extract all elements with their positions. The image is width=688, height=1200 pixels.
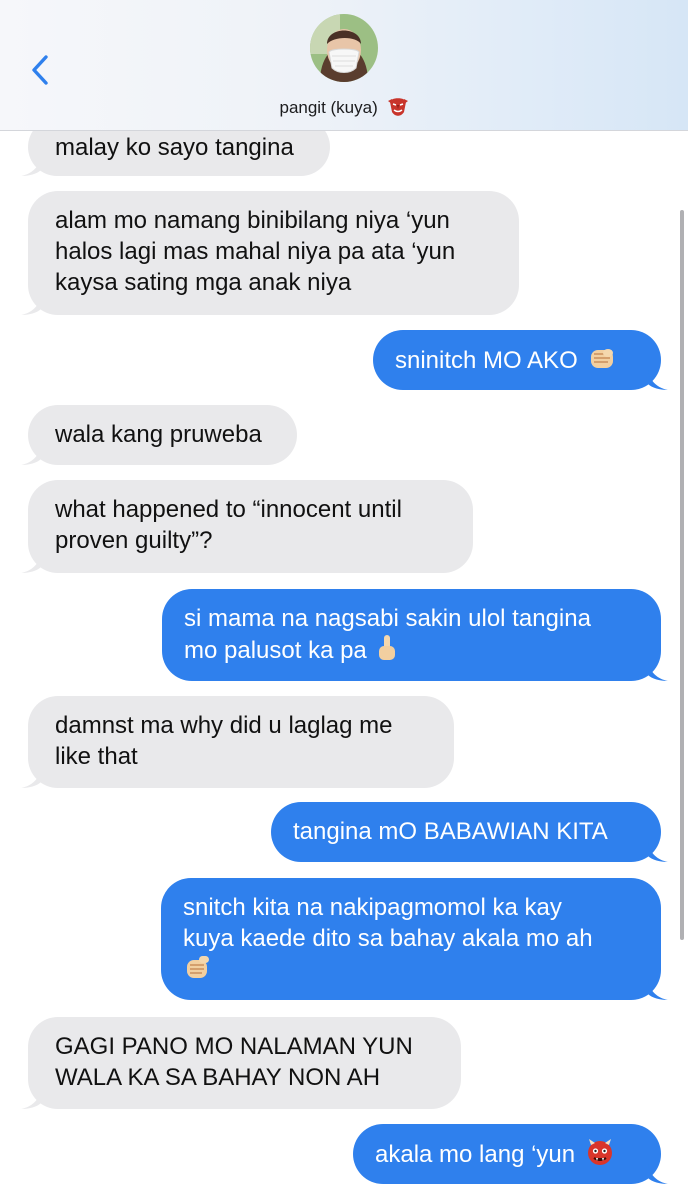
received-message: what happened to “innocent until proven …	[21, 480, 473, 573]
bubble-tail	[648, 1164, 668, 1184]
contact-name-label: pangit (kuya)	[279, 98, 378, 117]
message-text: halos lagi mas mahal niya pa ata ‘yun	[55, 238, 456, 265]
message-text: GAGI PANO MO NALAMAN YUN	[55, 1033, 413, 1060]
bubble-tail	[648, 370, 668, 390]
message-text: malay ko sayo tangina	[55, 134, 294, 161]
bubble-tail	[648, 661, 668, 681]
middle-finger-emoji	[379, 635, 396, 660]
avatar-image	[310, 14, 378, 82]
fist-emoji	[591, 349, 614, 368]
message-text: si mama na nagsabi sakin ulol tangina	[184, 605, 591, 632]
bubble-tail	[21, 1089, 41, 1109]
avatar[interactable]	[310, 14, 378, 82]
bubble-tail	[21, 445, 41, 465]
chevron-left-icon	[32, 55, 48, 85]
sent-message: snitch kita na nakipagmomol ka kay kuya …	[161, 878, 668, 1000]
bubble-tail	[21, 553, 41, 573]
bubble-tail	[21, 156, 41, 176]
message-text: sninitch MO AKO	[395, 347, 578, 374]
received-message: damnst ma why did u laglag me like that	[21, 696, 454, 788]
sent-message: sninitch MO AKO	[373, 330, 668, 390]
bubble-tail	[21, 768, 41, 788]
message-text: kuya kaede dito sa bahay akala mo ah	[183, 925, 593, 952]
bubble-tail	[21, 295, 41, 315]
message-text: damnst ma why did u laglag me	[55, 712, 393, 739]
bubble-tail	[648, 980, 668, 1000]
message-text: mo palusot ka pa	[184, 637, 367, 664]
sent-message: tangina mO BABAWIAN KITA	[271, 802, 668, 862]
message-text: what happened to “innocent until	[55, 496, 402, 523]
message-text: wala kang pruweba	[55, 421, 262, 448]
contact-name[interactable]: pangit (kuya)	[0, 96, 688, 118]
sent-message: si mama na nagsabi sakin ulol tangina mo…	[162, 589, 668, 681]
message-text: snitch kita na nakipagmomol ka kay	[183, 894, 562, 921]
message-text: tangina mO BABAWIAN KITA	[293, 818, 608, 845]
message-text: kaysa sating mga anak niya	[55, 269, 352, 296]
message-thread: malay ko sayo tangina alam mo namang bin…	[0, 0, 688, 1200]
message-text: akala mo lang ‘yun	[375, 1141, 576, 1168]
goblin-mask-icon	[387, 98, 408, 116]
received-message: alam mo namang binibilang niya ‘yun halo…	[21, 191, 519, 315]
scrollbar[interactable]	[680, 210, 684, 940]
bubble-tail	[648, 842, 668, 862]
back-button[interactable]	[24, 50, 56, 90]
conversation-header: pangit (kuya)	[0, 0, 688, 131]
message-text: alam mo namang binibilang niya ‘yun	[55, 207, 450, 234]
message-text: WALA KA SA BAHAY NON AH	[55, 1064, 381, 1091]
message-text: like that	[55, 743, 138, 770]
sent-message: akala mo lang ‘yun	[353, 1124, 668, 1184]
pointing-fist-emoji	[187, 956, 209, 978]
message-text: proven guilty”?	[55, 527, 213, 554]
ogre-emoji	[587, 1139, 612, 1165]
received-message: wala kang pruweba	[21, 405, 297, 465]
received-message: GAGI PANO MO NALAMAN YUN WALA KA SA BAHA…	[21, 1017, 461, 1109]
